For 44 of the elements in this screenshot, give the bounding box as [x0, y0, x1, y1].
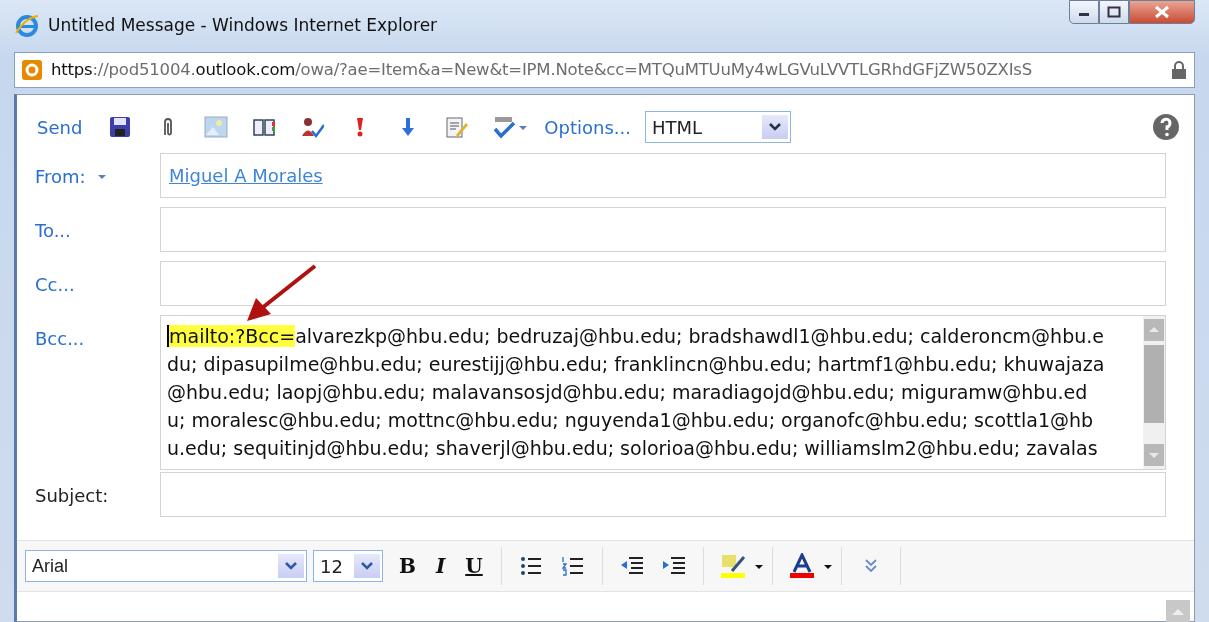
lock-icon: [1170, 60, 1188, 80]
save-icon[interactable]: [108, 115, 133, 139]
format-dropdown[interactable]: HTML: [644, 111, 791, 143]
help-icon[interactable]: [1152, 113, 1180, 141]
recipient-button[interactable]: Cc...: [17, 261, 160, 299]
window-title: Untitled Message - Windows Internet Explorer: [48, 14, 438, 38]
bold-button[interactable]: B: [389, 551, 426, 581]
maximize-icon: [1107, 6, 1121, 18]
sender-link[interactable]: Miguel A Morales: [169, 162, 323, 189]
highlighter-icon[interactable]: [719, 553, 746, 579]
person-check-icon[interactable]: [300, 115, 325, 139]
bcc-text-line: du; dipasupilme@hbu.edu; eurestijj@hbu.edu; franklincn@hbu.edu; hartmf1@hbu.edu; khuwajaza: [167, 352, 1106, 377]
close-icon: [1154, 5, 1170, 19]
bcc-text-line: @hbu.edu; laopj@hbu.edu; malavansosjd@hbu.edu; maradiagojd@hbu.edu; miguramw@hbu.ed: [167, 380, 1089, 405]
subject-field[interactable]: [160, 472, 1166, 517]
annotation-arrow: [247, 264, 317, 321]
site-icon: [21, 59, 43, 81]
bcc-text-line: u; moralesc@hbu.edu; mottnc@hbu.edu; nguyenda1@hbu.edu; organofc@hbu.edu; scottla1@hb: [167, 408, 1095, 433]
scroll-thumb[interactable]: [1144, 345, 1164, 423]
close-button[interactable]: [1129, 0, 1195, 24]
font-color-icon[interactable]: [788, 553, 815, 579]
chevron-down-icon: [767, 122, 782, 132]
bcc-text-line: u.edu; sequitinjd@hbu.edu; shaverjl@hbu.edu; solorioa@hbu.edu; williamslm2@hbu.edu; zavalas: [167, 436, 1099, 461]
options-link[interactable]: Options...: [544, 113, 645, 141]
from-button[interactable]: From:: [17, 153, 160, 191]
font-size-dropdown[interactable]: 12: [313, 550, 383, 582]
recipient-field[interactable]: [160, 207, 1166, 252]
browser-logo-icon: [14, 13, 40, 39]
recipient-button[interactable]: To...: [17, 207, 160, 245]
maximize-button[interactable]: [1099, 0, 1129, 24]
font-dropdown[interactable]: Arial: [25, 550, 307, 582]
bcc-field[interactable]: [160, 315, 1166, 470]
bcc-text-line: mailto:?Bcc=alvarezkp@hbu.edu; bedruzaj@hbu.edu; bradshawdl1@hbu.edu; calderoncm@hbu.e: [167, 324, 1105, 349]
underline-button[interactable]: U: [455, 551, 493, 581]
recipient-button[interactable]: Bcc...: [17, 315, 160, 353]
from-field[interactable]: Miguel A Morales: [160, 153, 1166, 198]
italic-button[interactable]: I: [425, 551, 456, 581]
minimize-button[interactable]: [1069, 0, 1099, 24]
chevron-down-icon: [360, 561, 374, 571]
recipient-field[interactable]: [160, 261, 1166, 306]
spellcheck-icon[interactable]: [492, 115, 517, 139]
send-button[interactable]: Send: [37, 113, 97, 141]
field-label: Subject:: [35, 484, 109, 508]
chevron-down-icon: [284, 561, 298, 571]
